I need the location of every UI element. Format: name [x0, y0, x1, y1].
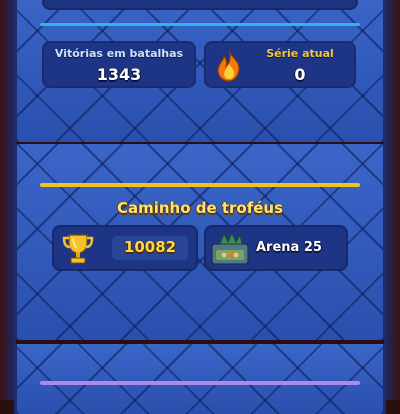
next-section-panel	[14, 344, 386, 414]
battle-wins-label: Vitórias em batalhas	[54, 47, 184, 60]
arena-label: Arena 25	[256, 240, 322, 255]
trophy-road-title: Caminho de troféus	[116, 199, 284, 217]
cyan-divider	[40, 23, 360, 26]
trophy-icon	[62, 234, 94, 264]
current-streak-value: 0	[294, 65, 306, 84]
previous-stat-row	[42, 0, 358, 10]
arena-icon	[211, 231, 249, 265]
current-streak-label: Série atual	[266, 47, 334, 60]
purple-divider	[40, 381, 360, 385]
current-streak-box: Série atual 0	[204, 41, 356, 88]
battle-wins-value: 1343	[96, 65, 142, 84]
trophy-count-value: 10082	[123, 238, 177, 256]
gold-divider	[40, 183, 360, 187]
battle-wins-box: Vitórias em batalhas 1343	[42, 41, 196, 88]
arena-box[interactable]: Arena 25	[204, 225, 348, 271]
trophy-count-box: 10082	[52, 225, 198, 271]
fire-icon	[217, 50, 240, 82]
